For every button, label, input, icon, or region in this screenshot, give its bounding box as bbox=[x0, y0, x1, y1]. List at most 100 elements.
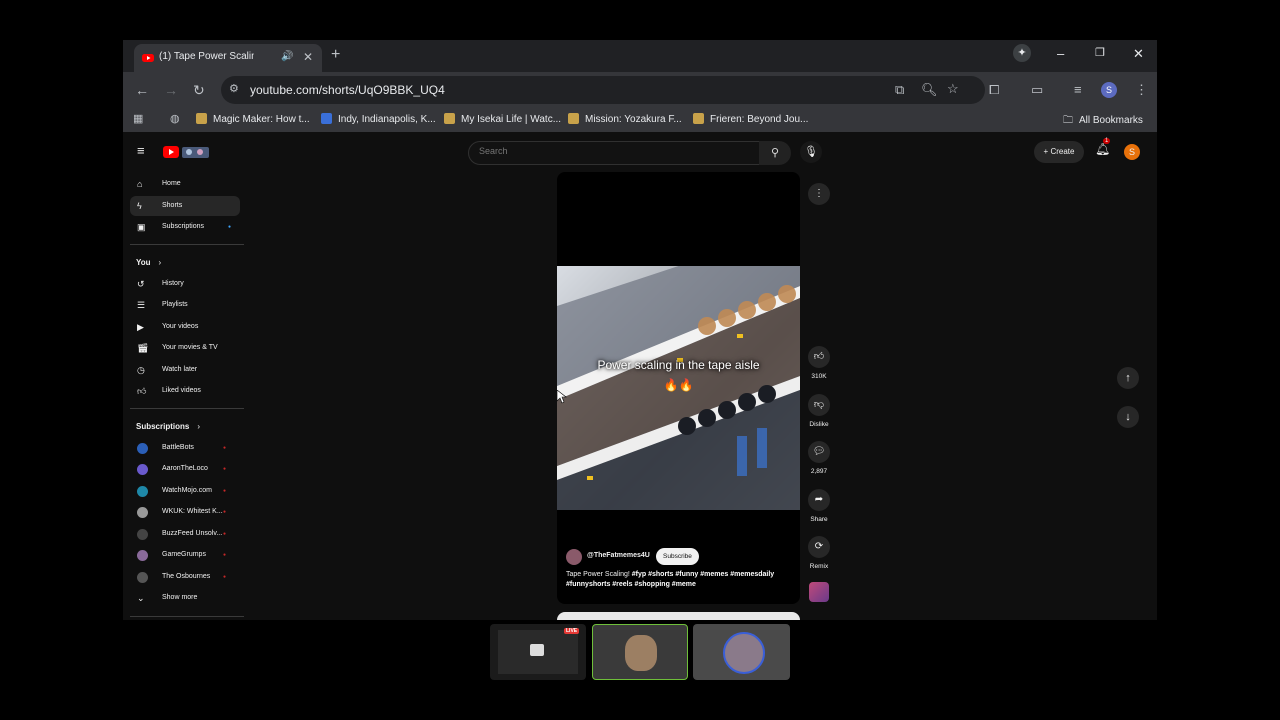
sound-thumbnail[interactable] bbox=[809, 582, 829, 602]
youtube-favicon-icon bbox=[142, 54, 154, 62]
sidebar-divider bbox=[130, 408, 244, 409]
window-close-icon[interactable]: ✕ bbox=[1133, 46, 1144, 62]
microphone-icon: 🎙︎ bbox=[804, 146, 818, 158]
remix-button[interactable]: ⟳ Remix bbox=[802, 536, 836, 570]
remix-icon: ⟳ bbox=[808, 536, 830, 558]
create-button[interactable]: + Create bbox=[1034, 141, 1084, 163]
tab-youtube-short[interactable]: (1) Tape Power Scaling! #fyp 🔊 ✕ bbox=[134, 44, 322, 72]
next-short-preview[interactable] bbox=[557, 612, 800, 620]
mouse-cursor-icon bbox=[557, 390, 567, 404]
more-options-button[interactable]: ⋮ bbox=[802, 183, 836, 205]
search-button[interactable]: ⚲ bbox=[759, 141, 791, 165]
bookmark-item[interactable]: My Isekai Life | Watc... bbox=[444, 113, 561, 125]
extensions-icon[interactable]: ⧠ bbox=[989, 82, 999, 98]
hamburger-menu-icon[interactable]: ≡ bbox=[137, 143, 145, 158]
sidebar-channel-buzzfeed[interactable]: BuzzFeed Unsolv... ● bbox=[130, 524, 240, 544]
address-bar[interactable]: ⚙ youtube.com/shorts/UqO9BBK_UQ4 ⧉ 🔍︎ ☆ bbox=[221, 76, 985, 104]
sidebar-channel-wkuk[interactable]: WKUK: Whitest K... ● bbox=[130, 502, 240, 522]
sidebar-item-shorts[interactable]: ϟ Shorts bbox=[130, 196, 240, 216]
kebab-menu-icon: ⋮ bbox=[808, 183, 830, 205]
video-frame[interactable]: Power scaling in the tape aisle 🔥🔥 bbox=[557, 266, 800, 510]
thumbnail-stream[interactable]: LIVE bbox=[490, 624, 586, 680]
comments-button[interactable]: 💬︎ 2,897 bbox=[802, 441, 836, 475]
media-controls-icon[interactable]: ≡ bbox=[1074, 82, 1082, 97]
bookmark-item[interactable]: Indy, Indianapolis, K... bbox=[321, 113, 436, 125]
like-button[interactable]: 👍︎ 310K bbox=[802, 346, 836, 380]
arrow-up-icon: ↑ bbox=[1125, 372, 1131, 384]
share-button[interactable]: ➦ Share bbox=[802, 489, 836, 523]
apps-grid-icon[interactable]: ▦ bbox=[133, 112, 143, 125]
site-info-icon[interactable]: ⚙ bbox=[229, 82, 239, 95]
install-app-icon[interactable]: ⧉ bbox=[895, 82, 904, 98]
sidebar-item-home[interactable]: ⌂ Home bbox=[130, 174, 240, 194]
sidebar-item-history[interactable]: ↺ History bbox=[130, 274, 240, 294]
zoom-icon[interactable]: 🔍︎ bbox=[921, 82, 938, 98]
search-input[interactable] bbox=[477, 145, 751, 157]
dislike-button[interactable]: 👎︎ Dislike bbox=[802, 394, 836, 428]
sidebar-item-subscriptions[interactable]: ▣ Subscriptions ● bbox=[130, 217, 240, 237]
forward-arrow-icon[interactable]: → bbox=[164, 82, 178, 98]
live-badge: LIVE bbox=[564, 628, 580, 634]
minimize-icon[interactable]: – bbox=[1057, 46, 1064, 61]
sidebar-channel-osbournes[interactable]: The Osbournes ● bbox=[130, 567, 240, 587]
comment-count: 2,897 bbox=[810, 468, 828, 475]
new-tab-button[interactable]: + bbox=[331, 46, 340, 64]
sidebar-channel-watchmojo[interactable]: WatchMojo.com ● bbox=[130, 481, 240, 501]
bookmark-item[interactable]: Frieren: Beyond Jou... bbox=[693, 113, 808, 125]
thumbnail-webcam-2[interactable] bbox=[693, 624, 790, 680]
chrome-menu-icon[interactable]: ⋮ bbox=[1135, 82, 1148, 98]
channel-handle[interactable]: @TheFatmemes4U bbox=[587, 552, 650, 559]
sidebar-item-movies[interactable]: 🎬︎ Your movies & TV bbox=[130, 338, 240, 358]
back-arrow-icon[interactable]: ← bbox=[135, 82, 149, 98]
sidebar-channel-battlebots[interactable]: BattleBots ● bbox=[130, 438, 240, 458]
tab-strip: (1) Tape Power Scaling! #fyp 🔊 ✕ + ✦ – ❐… bbox=[123, 40, 1157, 72]
bookmark-item[interactable]: Mission: Yozakura F... bbox=[568, 113, 682, 125]
previous-short-button[interactable]: ↑ bbox=[1117, 367, 1139, 389]
live-dot-icon: ● bbox=[223, 466, 227, 472]
restore-icon[interactable]: ❐ bbox=[1095, 46, 1105, 59]
globe-icon[interactable]: ◍ bbox=[170, 112, 180, 125]
cast-icon[interactable]: ▭ bbox=[1031, 82, 1043, 98]
sidebar-you-header[interactable]: You › bbox=[136, 258, 161, 267]
speaker-icon[interactable]: 🔊 bbox=[281, 51, 293, 62]
next-short-button[interactable]: ↓ bbox=[1117, 406, 1139, 428]
short-video-player[interactable]: Power scaling in the tape aisle 🔥🔥 @TheF… bbox=[557, 172, 800, 604]
sidebar-item-playlists[interactable]: ☰ Playlists bbox=[130, 295, 240, 315]
remix-label: Remix bbox=[809, 563, 829, 570]
sidebar-item-your-videos[interactable]: ▶ Your videos bbox=[130, 317, 240, 337]
sidebar-item-watch-later[interactable]: ◷ Watch later bbox=[130, 360, 240, 380]
sidebar-item-liked-videos[interactable]: 👍︎ Liked videos bbox=[130, 381, 240, 401]
gemini-sparkle-icon[interactable]: ✦ bbox=[1013, 44, 1031, 62]
profile-avatar[interactable]: S bbox=[1101, 82, 1117, 98]
notifications-bell-icon[interactable]: 🔔︎ bbox=[1095, 142, 1110, 156]
reload-icon[interactable]: ↻ bbox=[193, 82, 205, 99]
all-bookmarks-button[interactable]: 🗀 All Bookmarks bbox=[1063, 113, 1143, 130]
bookmark-favicon-icon bbox=[693, 113, 704, 124]
sidebar-channel-gamegrumps[interactable]: GameGrumps ● bbox=[130, 545, 240, 565]
search-box[interactable] bbox=[468, 141, 760, 165]
sidebar-channel-aarontheloco[interactable]: AaronTheLoco ● bbox=[130, 459, 240, 479]
voice-search-button[interactable]: 🎙︎ bbox=[800, 141, 822, 163]
bookmark-star-icon[interactable]: ☆ bbox=[947, 81, 959, 97]
url-text[interactable]: youtube.com/shorts/UqO9BBK_UQ4 bbox=[250, 83, 445, 97]
screen-share-icon bbox=[530, 644, 544, 656]
bookmarks-bar: ▦ ◍ Magic Maker: How t... Indy, Indianap… bbox=[123, 108, 1157, 133]
youtube-header: ≡ ⚲ 🎙︎ + Create 🔔︎ 1 S bbox=[123, 132, 1157, 172]
sidebar-show-more[interactable]: ⌄ Show more bbox=[130, 588, 240, 608]
thumbnail-webcam-1[interactable] bbox=[592, 624, 688, 680]
bookmark-favicon-icon bbox=[196, 113, 207, 124]
chevron-right-icon: › bbox=[197, 422, 201, 431]
tab-title: (1) Tape Power Scaling! #fyp bbox=[159, 51, 254, 62]
sidebar-subscriptions-header[interactable]: Subscriptions › bbox=[136, 422, 200, 431]
short-title: Tape Power Scaling! bbox=[566, 571, 630, 578]
youtube-logo[interactable] bbox=[163, 145, 209, 164]
account-avatar[interactable]: S bbox=[1124, 144, 1140, 160]
bookmark-item[interactable]: Magic Maker: How t... bbox=[196, 113, 310, 125]
tab-close-icon[interactable]: ✕ bbox=[303, 50, 313, 64]
subscribe-button[interactable]: Subscribe bbox=[656, 548, 699, 565]
like-count: 310K bbox=[811, 373, 827, 380]
home-icon: ⌂ bbox=[137, 179, 143, 189]
channel-avatar[interactable] bbox=[566, 549, 582, 565]
playlists-icon: ☰ bbox=[137, 300, 146, 310]
youtube-sidebar: ⌂ Home ϟ Shorts ▣ Subscriptions ● You › ↺ Hist… bbox=[123, 172, 245, 620]
